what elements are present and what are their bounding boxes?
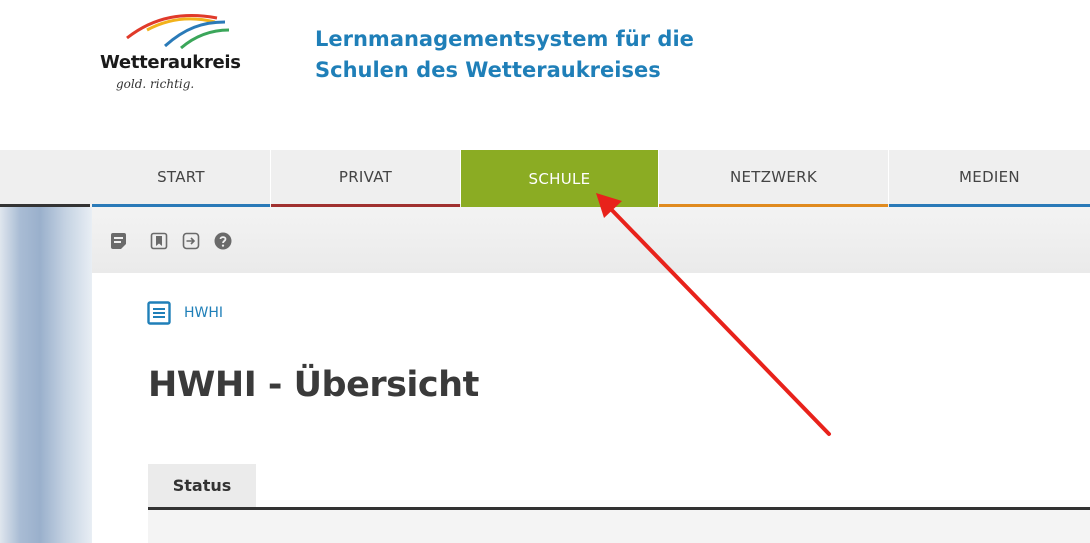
bookmark-icon[interactable]	[150, 232, 168, 250]
tab-privat[interactable]: PRIVAT	[271, 150, 461, 207]
tab-start-label: START	[157, 168, 205, 186]
site-title: Lernmanagementsystem für die Schulen des…	[315, 24, 694, 86]
notes-icon[interactable]	[110, 232, 128, 250]
tab-status-label: Status	[172, 476, 232, 495]
main-navigation: START PRIVAT SCHULE NETZWERK MEDIEN	[0, 150, 1090, 207]
status-panel	[148, 510, 1090, 543]
document-icon	[147, 301, 171, 325]
breadcrumb-link[interactable]: HWHI	[184, 305, 223, 321]
site-header: Wetteraukreis gold. richtig. Lernmanagem…	[0, 0, 1090, 150]
tab-medien-label: MEDIEN	[959, 168, 1020, 186]
tab-schule[interactable]: SCHULE	[461, 150, 659, 207]
tab-netzwerk[interactable]: NETZWERK	[659, 150, 889, 207]
tab-schule-label: SCHULE	[528, 169, 591, 188]
site-title-line-2: Schulen des Wetteraukreises	[315, 58, 661, 82]
tab-medien[interactable]: MEDIEN	[889, 150, 1090, 207]
sidebar-background	[0, 207, 92, 543]
logo-tagline: gold. richtig.	[116, 77, 195, 91]
tab-start[interactable]: START	[92, 150, 271, 207]
tab-status[interactable]: Status	[148, 464, 256, 507]
tab-privat-label: PRIVAT	[338, 168, 393, 186]
toolbar	[92, 207, 1090, 273]
logout-icon[interactable]	[182, 232, 200, 250]
logo-swoosh-icon	[126, 14, 230, 50]
tab-netzwerk-label: NETZWERK	[729, 168, 818, 186]
page-title: HWHI - Übersicht	[148, 365, 479, 405]
help-icon[interactable]	[214, 232, 232, 250]
wetteraukreis-logo[interactable]: Wetteraukreis gold. richtig.	[100, 8, 270, 108]
logo-name: Wetteraukreis	[100, 52, 241, 73]
site-title-line-1: Lernmanagementsystem für die	[315, 27, 694, 51]
main-content: HWHI HWHI - Übersicht Status	[92, 273, 1090, 543]
